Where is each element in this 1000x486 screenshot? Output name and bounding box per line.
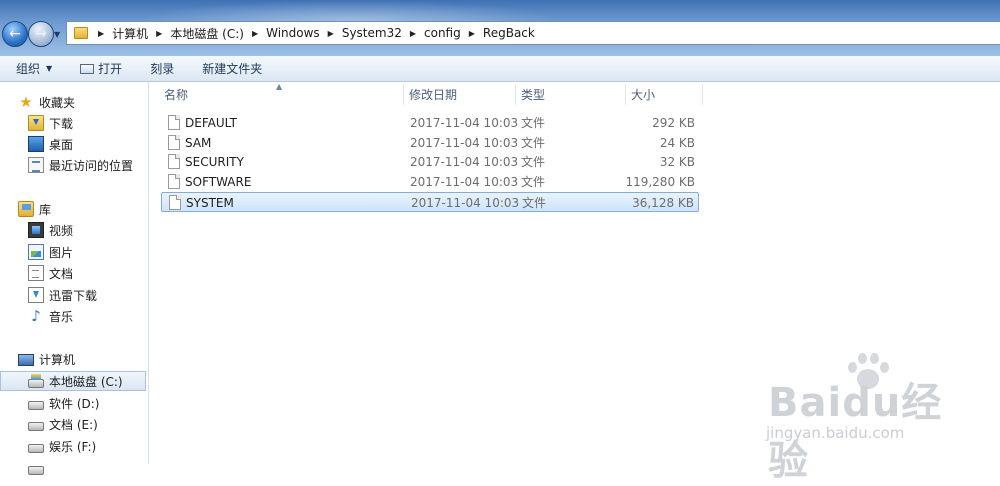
breadcrumb-system32[interactable]: System32: [342, 22, 402, 44]
nav-documents[interactable]: 文档: [0, 263, 174, 283]
arrow-left-icon: ←: [9, 26, 21, 42]
new-folder-button[interactable]: 新建文件夹: [194, 56, 270, 81]
address-bar-area: ← → ▼ ▶ 计算机 ▶ 本地磁盘 (C:) ▶ Windows ▶ Syst…: [0, 0, 1000, 56]
breadcrumb-drive-c[interactable]: 本地磁盘 (C:): [170, 22, 244, 44]
libraries-icon: [18, 201, 34, 217]
chevron-right-icon[interactable]: ▶: [469, 29, 475, 38]
video-icon: [28, 222, 44, 238]
drive-icon: [28, 466, 44, 475]
column-header-name[interactable]: 名称: [159, 84, 404, 105]
organize-button[interactable]: 组织 ▼: [0, 56, 60, 81]
system-drive-icon: [28, 374, 44, 388]
drive-icon: [28, 444, 44, 453]
chevron-right-icon[interactable]: ▶: [156, 29, 162, 38]
chevron-down-icon: ▼: [46, 64, 53, 73]
chevron-right-icon[interactable]: ▶: [98, 29, 104, 38]
file-icon: [168, 115, 180, 130]
star-icon: ★: [19, 93, 33, 111]
drive-icon: [28, 401, 44, 410]
burn-button[interactable]: 刻录: [142, 56, 182, 81]
breadcrumb-regback[interactable]: RegBack: [483, 22, 535, 44]
column-header-size[interactable]: 大小: [626, 84, 703, 105]
nav-computer[interactable]: 计算机: [0, 349, 164, 369]
arrow-right-icon: →: [35, 26, 47, 42]
column-header-date[interactable]: 修改日期: [404, 84, 516, 105]
nav-downloads[interactable]: 下载: [0, 113, 174, 133]
nav-drive-f[interactable]: 娱乐 (F:): [0, 436, 174, 456]
table-row[interactable]: SOFTWARE 2017-11-04 10:03 文件 119,280 KB: [161, 172, 699, 192]
nav-recent-places[interactable]: 最近访问的位置: [0, 155, 174, 175]
music-note-icon: ♪: [31, 307, 41, 325]
breadcrumb-computer[interactable]: 计算机: [112, 22, 148, 44]
file-icon: [168, 174, 180, 189]
nav-drive-c[interactable]: 本地磁盘 (C:): [0, 371, 146, 391]
navigation-pane[interactable]: ★ 收藏夹 下载 桌面 最近访问的位置 库 视频 图片 文档 迅雷下载 ♪ 音乐…: [0, 82, 149, 475]
document-icon: [28, 265, 44, 281]
open-button[interactable]: 打开: [72, 56, 130, 81]
nav-pictures[interactable]: 图片: [0, 242, 174, 262]
recent-pages-dropdown[interactable]: ▼: [54, 30, 60, 39]
nav-favorites[interactable]: ★ 收藏夹: [0, 92, 164, 112]
table-row-selected[interactable]: SYSTEM 2017-11-04 10:03 文件 36,128 KB: [161, 192, 699, 212]
nav-thunder-downloads[interactable]: 迅雷下载: [0, 285, 174, 305]
breadcrumb-windows[interactable]: Windows: [266, 22, 320, 44]
breadcrumb-config[interactable]: config: [424, 22, 461, 44]
address-bar[interactable]: ▶ 计算机 ▶ 本地磁盘 (C:) ▶ Windows ▶ System32 ▶…: [66, 21, 1000, 45]
file-icon: [169, 195, 181, 210]
forward-button[interactable]: →: [28, 21, 54, 47]
nav-libraries[interactable]: 库: [0, 199, 164, 219]
nav-drive-d[interactable]: 软件 (D:): [0, 393, 174, 413]
nav-music[interactable]: ♪ 音乐: [0, 306, 174, 326]
chevron-right-icon[interactable]: ▶: [252, 29, 258, 38]
table-row[interactable]: SECURITY 2017-11-04 10:03 文件 32 KB: [161, 152, 699, 172]
computer-icon: [18, 354, 34, 366]
open-icon: [80, 63, 95, 74]
chevron-right-icon[interactable]: ▶: [410, 29, 416, 38]
recent-places-icon: [28, 157, 44, 173]
table-row[interactable]: DEFAULT 2017-11-04 10:03 文件 292 KB: [161, 113, 699, 133]
drive-icon: [28, 422, 44, 431]
column-header-type[interactable]: 类型: [516, 84, 626, 105]
file-icon: [168, 135, 180, 150]
picture-icon: [28, 244, 44, 260]
table-row[interactable]: SAM 2017-11-04 10:03 文件 24 KB: [161, 133, 699, 153]
command-bar: 组织 ▼ 打开 刻录 新建文件夹: [0, 56, 1000, 82]
downloads-folder-icon: [28, 115, 44, 131]
folder-icon: [74, 27, 88, 39]
file-icon: [168, 154, 180, 169]
nav-videos[interactable]: 视频: [0, 220, 174, 240]
thunder-download-icon: [28, 287, 44, 303]
back-button[interactable]: ←: [2, 21, 28, 47]
nav-desktop[interactable]: 桌面: [0, 134, 174, 154]
nav-drive-next[interactable]: [0, 458, 174, 478]
chevron-right-icon[interactable]: ▶: [328, 29, 334, 38]
desktop-icon: [28, 136, 44, 152]
file-list[interactable]: ▲ 名称 修改日期 类型 大小 DEFAULT 2017-11-04 10:03…: [149, 82, 1000, 464]
nav-drive-e[interactable]: 文档 (E:): [0, 414, 174, 434]
